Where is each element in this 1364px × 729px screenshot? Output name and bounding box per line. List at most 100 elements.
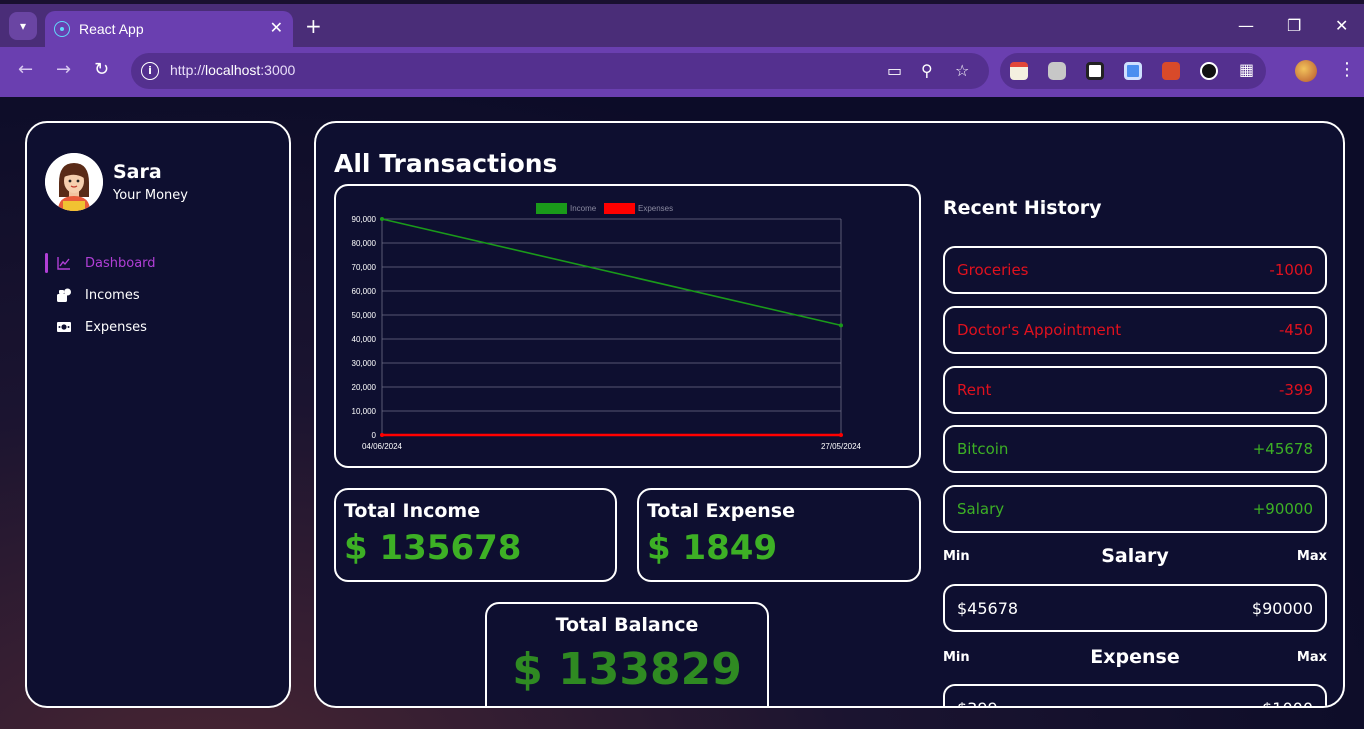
chart-y-tick-label: 90,000	[352, 215, 377, 224]
zoom-icon[interactable]: ⚲	[921, 61, 933, 80]
expense-min-value: $399	[957, 698, 998, 708]
expense-range-box: $399 $1000	[943, 684, 1327, 708]
salary-range-header: Min Salary Max	[943, 545, 1327, 569]
forward-arrow-icon[interactable]: →	[56, 61, 71, 79]
browser-tab[interactable]: React App ✕	[45, 11, 293, 51]
chart-y-tick-label: 40,000	[352, 335, 377, 344]
salary-max-value: $90000	[1251, 598, 1313, 618]
history-item: Rent -399	[943, 366, 1327, 414]
line-chart: 0 10,000 20,000 30,000 40,000 50,000 60,000 70,…	[352, 203, 862, 451]
bookmark-star-icon[interactable]: ☆	[955, 61, 969, 80]
chart-y-tick-label: 50,000	[352, 311, 377, 320]
extensions-area: ▦	[1000, 53, 1266, 89]
chart-x-tick-label: 27/05/2024	[821, 442, 862, 451]
extension-red-icon[interactable]	[1162, 62, 1180, 80]
chart-legend-swatch	[536, 203, 567, 214]
history-item-name: Rent	[957, 381, 992, 399]
total-expense-value: $ 1849	[647, 528, 778, 568]
history-item-name: Salary	[957, 500, 1005, 518]
chart-legend-label: Expenses	[638, 204, 673, 213]
extension-screen-icon[interactable]	[1124, 62, 1142, 80]
minimize-icon[interactable]: —	[1238, 16, 1254, 35]
chart-data-point	[839, 433, 843, 437]
main-panel: All Transactions 0 10,000 20,000 30,000 40,0…	[314, 121, 1345, 708]
chart-x-tick-label: 04/06/2024	[362, 442, 403, 451]
expense-range-header: Min Expense Max	[943, 646, 1327, 670]
chart-legend-swatch	[604, 203, 635, 214]
recent-history-title: Recent History	[943, 197, 1102, 219]
tab-search-button[interactable]: ▾	[9, 12, 37, 40]
sidebar-item-dashboard[interactable]: Dashboard	[45, 247, 275, 279]
close-icon[interactable]: ✕	[270, 18, 283, 37]
chart-y-tick-label: 60,000	[352, 287, 377, 296]
salary-min-value: $45678	[957, 598, 1019, 618]
chart-legend-label: Income	[570, 204, 597, 213]
extension-camera-icon[interactable]	[1048, 62, 1066, 80]
avatar	[45, 153, 103, 211]
salary-max-label: Max	[1296, 549, 1327, 564]
total-balance-label: Total Balance	[555, 614, 699, 636]
total-balance-card: Total Balance $ 133829	[485, 602, 769, 706]
profile-avatar[interactable]	[1295, 60, 1317, 82]
salary-range-title: Salary	[1101, 545, 1169, 567]
history-item: Groceries -1000	[943, 246, 1327, 294]
chart-data-point	[380, 433, 384, 437]
sidebar-item-incomes[interactable]: Incomes	[45, 279, 275, 311]
info-icon[interactable]: i	[141, 62, 159, 80]
address-bar[interactable]: i http://localhost:3000 ▭ ⚲ ☆	[131, 53, 989, 89]
extension-calendar-icon[interactable]	[1010, 62, 1028, 80]
chart-data-point	[839, 323, 843, 328]
chart-y-tick-label: 70,000	[352, 263, 377, 272]
sidebar: Sara Your Money Dashboard Incomes Expens…	[25, 121, 291, 708]
url-text[interactable]: http://localhost:3000	[170, 62, 295, 78]
extension-window-icon[interactable]	[1086, 62, 1104, 80]
user-avatar-icon	[45, 153, 103, 211]
extension-w-icon[interactable]	[1200, 62, 1218, 80]
sidebar-item-label: Dashboard	[85, 255, 156, 271]
expense-max-value: $1000	[1262, 698, 1313, 708]
user-subtitle: Your Money	[113, 188, 188, 203]
total-income-value: $ 135678	[344, 528, 522, 568]
chevron-down-icon: ▾	[19, 19, 27, 33]
total-expense-card: Total Expense $ 1849	[637, 488, 921, 582]
history-item: Bitcoin +45678	[943, 425, 1327, 473]
puzzle-icon[interactable]: ▦	[1239, 60, 1254, 79]
chart-y-tick-label: 0	[372, 431, 377, 440]
expense-max-label: Max	[1296, 650, 1327, 665]
chart-y-tick-label: 80,000	[352, 239, 377, 248]
user-name: Sara	[113, 161, 162, 183]
page-title: All Transactions	[334, 149, 558, 178]
history-item: Salary +90000	[943, 485, 1327, 533]
chart-y-tick-label: 20,000	[352, 383, 377, 392]
sidebar-item-expenses[interactable]: Expenses	[45, 311, 275, 343]
install-app-icon[interactable]: ▭	[887, 61, 902, 80]
history-item-name: Bitcoin	[957, 440, 1009, 458]
new-tab-button[interactable]: +	[305, 16, 322, 36]
back-arrow-icon[interactable]: ←	[18, 61, 33, 79]
app-viewport: Sara Your Money Dashboard Incomes Expens…	[0, 97, 1364, 729]
total-income-card: Total Income $ 135678	[334, 488, 617, 582]
reload-icon[interactable]: ↻	[94, 61, 109, 79]
history-item-amount: -1000	[1269, 261, 1313, 279]
history-item-amount: +90000	[1252, 500, 1313, 518]
history-item-amount: -399	[1278, 381, 1313, 399]
chart-line-icon	[57, 257, 70, 270]
chart-series-line-income	[381, 218, 842, 327]
tab-title: React App	[79, 21, 144, 37]
history-item: Doctor's Appointment -450	[943, 306, 1327, 354]
history-item-name: Doctor's Appointment	[957, 321, 1122, 339]
transactions-chart: 0 10,000 20,000 30,000 40,000 50,000 60,000 70,…	[334, 184, 921, 468]
sidebar-item-label: Incomes	[85, 287, 140, 303]
window-close-icon[interactable]: ✕	[1335, 16, 1348, 35]
banknote-icon	[57, 322, 71, 332]
sidebar-item-label: Expenses	[85, 319, 147, 335]
expense-range-title: Expense	[1090, 646, 1180, 668]
chart-y-tick-label: 10,000	[352, 407, 377, 416]
sidebar-menu: Dashboard Incomes Expenses	[45, 247, 275, 343]
history-item-amount: -450	[1278, 321, 1313, 339]
browser-toolbar: ← → ↻ i http://localhost:3000 ▭ ⚲ ☆ ▦ ⋮	[0, 47, 1364, 97]
more-menu-icon[interactable]: ⋮	[1338, 59, 1356, 80]
restore-icon[interactable]: ❐	[1287, 16, 1301, 35]
total-income-label: Total Income	[344, 500, 481, 522]
history-item-amount: +45678	[1252, 440, 1313, 458]
